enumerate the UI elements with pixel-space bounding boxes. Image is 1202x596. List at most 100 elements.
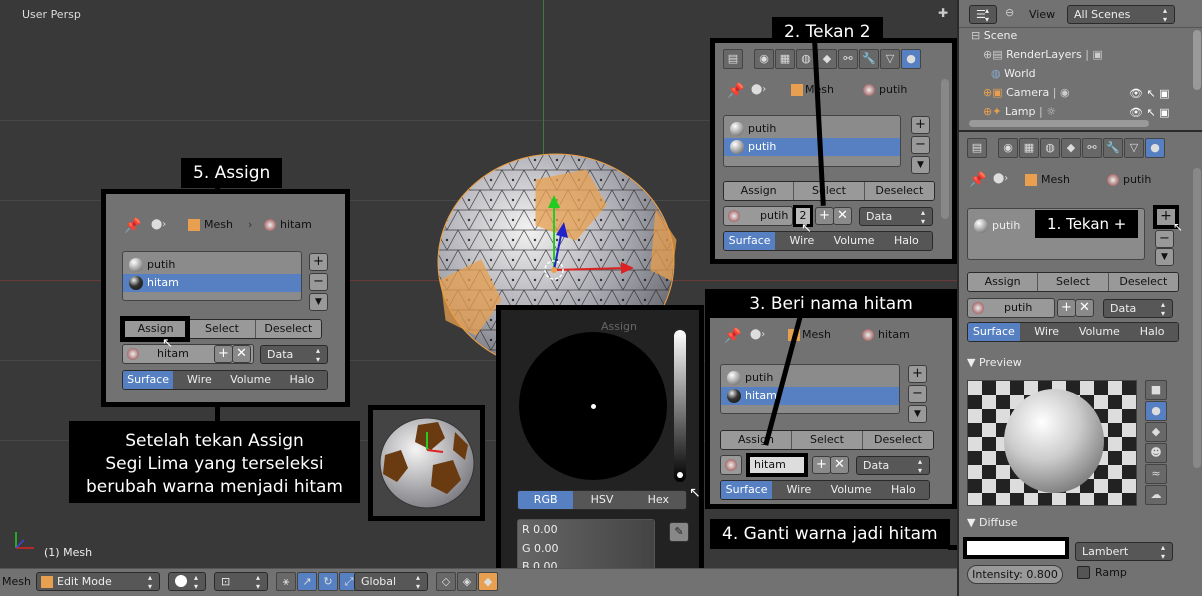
list-item[interactable]: putih bbox=[724, 138, 900, 156]
modifier-tab-icon[interactable]: 🔧 bbox=[859, 49, 879, 69]
list-item[interactable]: hitam bbox=[123, 274, 301, 292]
color-wheel[interactable] bbox=[519, 332, 667, 480]
render-tab-icon[interactable]: ▤ bbox=[723, 49, 743, 69]
assign-button[interactable]: Assign bbox=[724, 182, 795, 200]
display-mode-dropdown[interactable]: All Scenes bbox=[1067, 5, 1175, 24]
select-button[interactable]: Select bbox=[794, 182, 865, 200]
pin-icon[interactable]: 📌 bbox=[724, 328, 741, 344]
link-dropdown[interactable]: Data bbox=[260, 345, 328, 364]
outliner-item-lamp[interactable]: ⊕✦ Lamp | ☼ bbox=[983, 102, 1056, 121]
material-tab-icon[interactable]: ● bbox=[901, 49, 921, 69]
vertex-select-icon[interactable]: ◇ bbox=[436, 572, 456, 591]
diffuse-panel-header[interactable]: ▼ Diffuse bbox=[967, 516, 1018, 529]
outliner-item-camera[interactable]: ⊕▣ Camera | ◉ bbox=[983, 83, 1070, 102]
tab-hsv[interactable]: HSV bbox=[574, 491, 631, 509]
tab-volume[interactable]: Volume bbox=[828, 232, 881, 250]
tab-volume[interactable]: Volume bbox=[825, 481, 878, 499]
deselect-button[interactable]: Deselect bbox=[864, 182, 934, 200]
list-item[interactable]: hitam bbox=[721, 387, 899, 405]
pin-icon[interactable]: 📌 bbox=[727, 83, 744, 99]
outliner-item-world[interactable]: ◍ World bbox=[991, 64, 1036, 83]
preview-sky-icon[interactable]: ☁ bbox=[1145, 485, 1167, 505]
select-button[interactable]: Select bbox=[1038, 273, 1109, 291]
tab-halo[interactable]: Halo bbox=[877, 481, 929, 499]
visibility-icon[interactable]: 👁 ↖ ▣ bbox=[1129, 87, 1170, 100]
tab-hex[interactable]: Hex bbox=[630, 491, 686, 509]
slot-menu-button[interactable]: ▼ bbox=[908, 405, 927, 423]
pin-icon[interactable]: 📌 bbox=[969, 172, 986, 188]
preview-plane-icon[interactable]: ■ bbox=[1145, 380, 1167, 400]
data-tab-icon[interactable]: ▽ bbox=[1124, 138, 1144, 158]
3d-viewport[interactable]: User Persp ✚ (1) Mesh 5. Assign 📌 ⬤› Mes… bbox=[0, 0, 957, 568]
link-dropdown[interactable]: Data bbox=[859, 207, 933, 226]
new-material-button[interactable]: + bbox=[812, 456, 831, 474]
tab-wire[interactable]: Wire bbox=[174, 371, 226, 389]
preview-hair-icon[interactable]: ≈ bbox=[1145, 464, 1167, 484]
diffuse-shader-dropdown[interactable]: Lambert bbox=[1075, 542, 1173, 561]
link-dropdown[interactable]: Data bbox=[1103, 299, 1173, 318]
slot-menu-button[interactable]: ▼ bbox=[309, 293, 328, 311]
value-slider-handle[interactable] bbox=[677, 472, 683, 478]
tab-surface[interactable]: Surface bbox=[968, 323, 1021, 341]
slot-menu-button[interactable]: ▼ bbox=[911, 156, 930, 174]
ramp-checkbox[interactable] bbox=[1077, 566, 1090, 579]
new-material-button[interactable]: + bbox=[815, 207, 834, 225]
tab-halo[interactable]: Halo bbox=[880, 232, 932, 250]
camera-tab-icon[interactable]: ◉ bbox=[754, 49, 774, 69]
pin-icon[interactable]: 📌 bbox=[124, 218, 141, 234]
object-tab-icon[interactable]: ◆ bbox=[1061, 138, 1081, 158]
layers-tab-icon[interactable]: ▦ bbox=[775, 49, 795, 69]
outliner-scrollbar[interactable] bbox=[1193, 30, 1201, 90]
tab-wire[interactable]: Wire bbox=[1020, 323, 1074, 341]
deselect-button[interactable]: Deselect bbox=[863, 431, 933, 449]
tab-surface[interactable]: Surface bbox=[721, 481, 774, 499]
slot-menu-button[interactable]: ▼ bbox=[1155, 248, 1174, 266]
diffuse-color-swatch[interactable] bbox=[963, 537, 1069, 559]
modifier-tab-icon[interactable]: 🔧 bbox=[1103, 138, 1123, 158]
new-material-button[interactable]: + bbox=[1057, 299, 1076, 317]
tab-volume[interactable]: Volume bbox=[1073, 323, 1127, 341]
material-browse-button[interactable] bbox=[720, 455, 742, 475]
constraint-tab-icon[interactable]: ⚯ bbox=[838, 49, 858, 69]
outliner-hscrollbar[interactable] bbox=[969, 120, 1149, 127]
shading-dropdown[interactable] bbox=[168, 572, 206, 591]
manipulator-toggle-icon[interactable]: ⚹ bbox=[276, 572, 296, 591]
select-button[interactable]: Select bbox=[792, 431, 863, 449]
red-field[interactable]: R 0.00 bbox=[518, 520, 654, 539]
object-tab-icon[interactable]: ◆ bbox=[817, 49, 837, 69]
select-button[interactable]: Select bbox=[189, 320, 256, 338]
unlink-material-button[interactable]: ✕ bbox=[833, 207, 852, 225]
new-material-button[interactable]: + bbox=[214, 345, 233, 363]
pivot-dropdown[interactable]: ⊡ bbox=[214, 572, 268, 591]
eyedropper-icon[interactable]: ✎ bbox=[669, 522, 689, 542]
assign-button[interactable]: Assign bbox=[968, 273, 1039, 291]
list-item[interactable]: putih bbox=[721, 369, 899, 387]
deselect-button[interactable]: Deselect bbox=[255, 320, 321, 338]
editor-type-dropdown[interactable]: ☰ bbox=[969, 5, 997, 24]
remove-slot-button[interactable]: − bbox=[309, 273, 328, 291]
tab-volume[interactable]: Volume bbox=[225, 371, 277, 389]
intensity-slider[interactable]: Intensity: 0.800 bbox=[967, 565, 1063, 584]
mode-dropdown[interactable]: Edit Mode bbox=[36, 572, 160, 591]
material-tab-icon[interactable]: ● bbox=[1145, 138, 1165, 158]
mesh-menu[interactable]: Mesh bbox=[2, 575, 31, 588]
panel-scrollbar[interactable] bbox=[941, 79, 949, 219]
view-menu[interactable]: View bbox=[1029, 8, 1055, 21]
tab-rgb[interactable]: RGB bbox=[518, 491, 575, 509]
preview-panel-header[interactable]: ▼ Preview bbox=[967, 356, 1022, 369]
add-slot-button[interactable]: + bbox=[911, 116, 930, 134]
tab-wire[interactable]: Wire bbox=[773, 481, 826, 499]
unlink-material-button[interactable]: ✕ bbox=[1075, 299, 1094, 317]
edge-select-icon[interactable]: ◈ bbox=[457, 572, 477, 591]
maximize-icon[interactable]: ✚ bbox=[938, 6, 948, 20]
material-name-field[interactable]: putih bbox=[967, 298, 1055, 318]
constraint-tab-icon[interactable]: ⚯ bbox=[1082, 138, 1102, 158]
layers-tab-icon[interactable]: ▦ bbox=[1019, 138, 1039, 158]
outliner-item-renderlayers[interactable]: ⊕▤ RenderLayers | ▣ bbox=[983, 45, 1103, 64]
data-tab-icon[interactable]: ▽ bbox=[880, 49, 900, 69]
face-select-icon[interactable]: ◆ bbox=[478, 572, 498, 591]
list-item[interactable]: putih bbox=[724, 120, 900, 138]
preview-sphere-icon[interactable]: ● bbox=[1145, 401, 1167, 421]
camera-tab-icon[interactable]: ◉ bbox=[998, 138, 1018, 158]
link-dropdown[interactable]: Data bbox=[856, 456, 930, 475]
